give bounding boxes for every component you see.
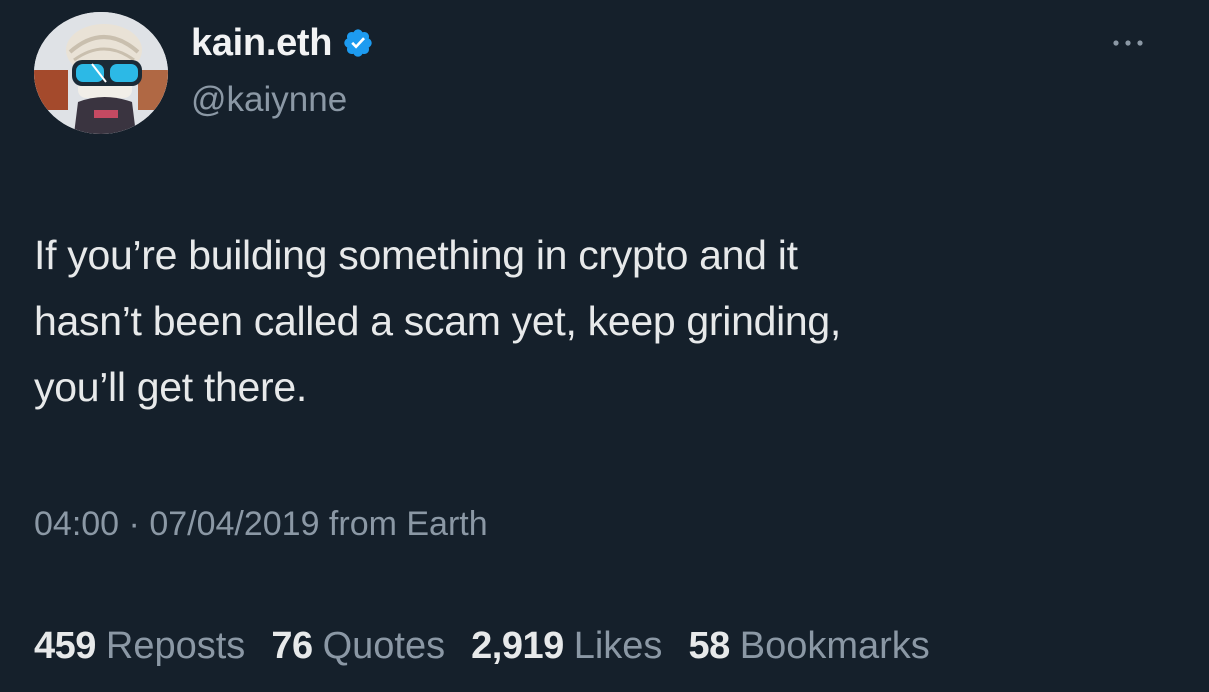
reposts-count: 459 [34,625,96,667]
bookmarks-label: Bookmarks [739,625,930,667]
reposts-label: Reposts [105,625,246,667]
likes-label: Likes [573,625,663,667]
tweet-card: kain.eth @kaiynne If you’re building som… [0,0,1209,692]
handle[interactable]: @kaiynne [191,80,374,120]
tweet-stats: 459 Reposts 76 Quotes 2,919 Likes 58 Bookmar… [34,625,956,668]
verified-badge-icon [342,27,374,59]
bookmarks-stat[interactable]: 58 Bookmarks [688,625,929,668]
more-options-icon[interactable] [1104,28,1152,58]
tweet-date[interactable]: 07/04/2019 [149,505,319,544]
name-row: kain.eth [191,20,374,66]
display-name[interactable]: kain.eth [191,22,333,65]
tweet-time[interactable]: 04:00 [34,505,119,544]
likes-stat[interactable]: 2,919 Likes [471,625,662,668]
reposts-stat[interactable]: 459 Reposts [34,625,245,668]
meta-separator: · [119,505,150,543]
tweet-source: from Earth [319,505,488,543]
avatar[interactable] [34,12,168,134]
quotes-label: Quotes [322,625,446,667]
tweet-text: If you’re building something in crypto a… [34,232,842,410]
quotes-count: 76 [271,625,313,667]
likes-count: 2,919 [471,625,564,667]
tweet-meta: 04:00 · 07/04/2019 from Earth [34,505,488,544]
bookmarks-count: 58 [688,625,730,667]
quotes-stat[interactable]: 76 Quotes [271,625,445,668]
author-block: kain.eth @kaiynne [191,20,374,120]
